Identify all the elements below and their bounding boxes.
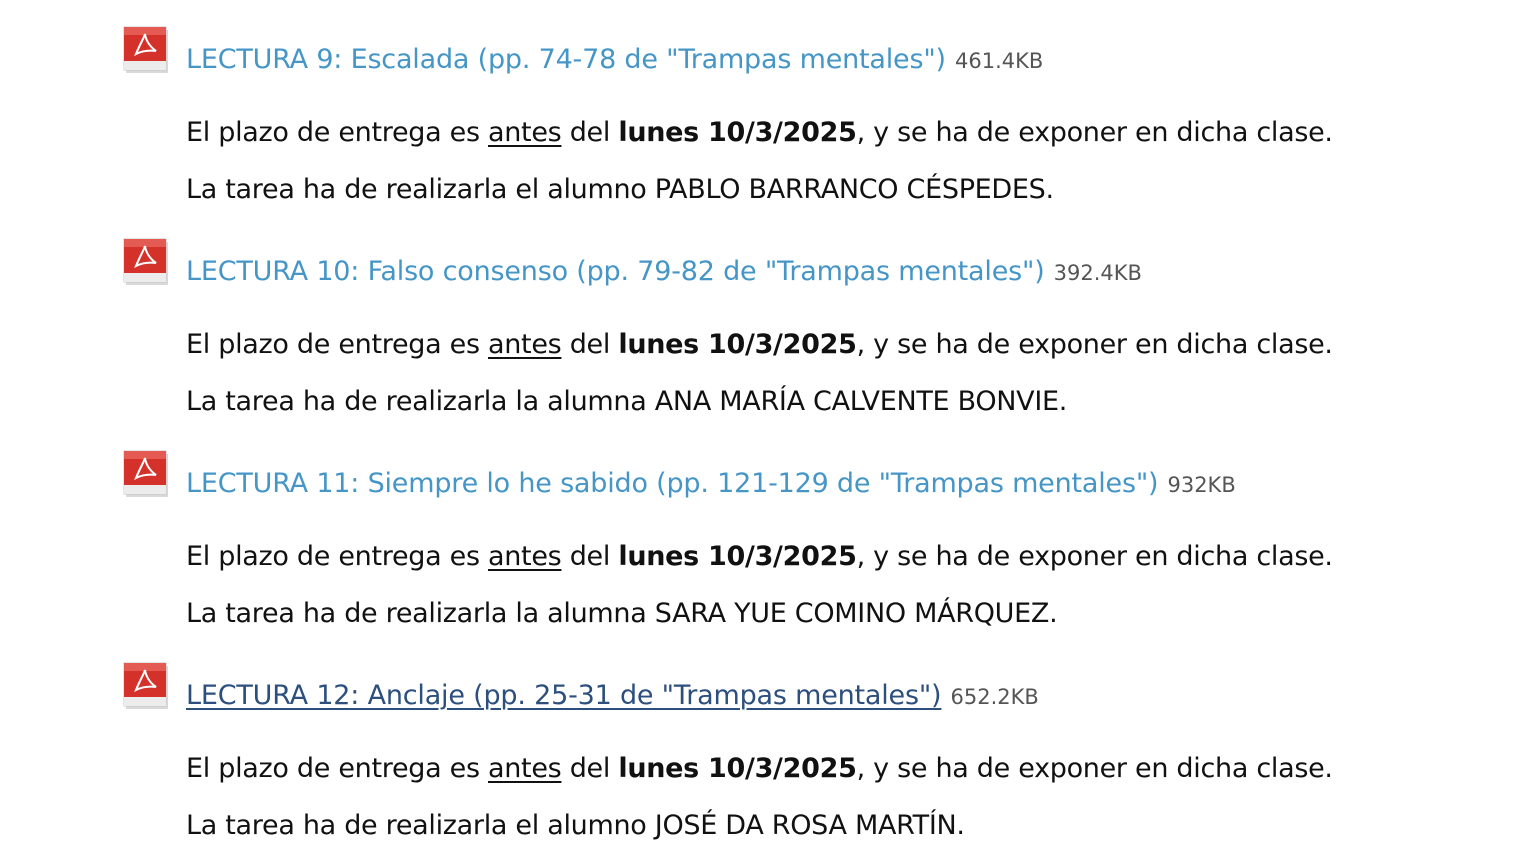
assignee-text: La tarea ha de realizarla la alumna ANA … — [186, 386, 1068, 417]
deadline-emphasis: antes — [488, 541, 562, 572]
deadline-emphasis: antes — [488, 329, 562, 360]
resource-line: LECTURA 12: Anclaje (pp. 25-31 de "Tramp… — [186, 682, 1039, 709]
deadline-suffix: , y se ha de exponer en dicha clase. — [856, 329, 1333, 360]
resource-entry-1: LECTURA 9: Escalada (pp. 74-78 de "Tramp… — [0, 0, 1526, 212]
resource-link[interactable]: LECTURA 12: Anclaje (pp. 25-31 de "Tramp… — [186, 680, 942, 711]
deadline-text: El plazo de entrega es antes del lunes 1… — [186, 119, 1333, 146]
deadline-date: lunes 10/3/2025 — [618, 117, 857, 148]
file-size: 461.4KB — [954, 49, 1044, 73]
deadline-emphasis: antes — [488, 753, 562, 784]
resource-entry-3: LECTURA 11: Siempre lo he sabido (pp. 12… — [0, 424, 1526, 636]
assignee-text: La tarea ha de realizarla el alumno PABL… — [186, 174, 1054, 205]
deadline-prefix: El plazo de entrega es — [186, 117, 488, 148]
pdf-file-icon[interactable] — [122, 448, 170, 498]
resource-link[interactable]: LECTURA 11: Siempre lo he sabido (pp. 12… — [186, 468, 1159, 499]
resource-link[interactable]: LECTURA 9: Escalada (pp. 74-78 de "Tramp… — [186, 44, 946, 75]
deadline-date: lunes 10/3/2025 — [618, 541, 857, 572]
deadline-prefix: El plazo de entrega es — [186, 541, 488, 572]
pdf-file-icon[interactable] — [122, 660, 170, 710]
resource-line: LECTURA 9: Escalada (pp. 74-78 de "Tramp… — [186, 46, 1043, 73]
file-size: 392.4KB — [1053, 261, 1142, 285]
deadline-emphasis: antes — [488, 117, 562, 148]
assignee-text: La tarea ha de realizarla el alumno JOSÉ… — [186, 810, 965, 841]
deadline-suffix: , y se ha de exponer en dicha clase. — [856, 541, 1333, 572]
resource-link[interactable]: LECTURA 10: Falso consenso (pp. 79-82 de… — [186, 256, 1045, 287]
deadline-date: lunes 10/3/2025 — [618, 753, 857, 784]
deadline-text: El plazo de entrega es antes del lunes 1… — [186, 755, 1333, 782]
deadline-mid: del — [561, 541, 619, 572]
resource-line: LECTURA 10: Falso consenso (pp. 79-82 de… — [186, 258, 1142, 285]
pdf-file-icon[interactable] — [122, 24, 170, 74]
file-size: 652.2KB — [950, 685, 1039, 709]
deadline-text: El plazo de entrega es antes del lunes 1… — [186, 331, 1333, 358]
resource-line: LECTURA 11: Siempre lo he sabido (pp. 12… — [186, 470, 1236, 497]
deadline-prefix: El plazo de entrega es — [186, 753, 488, 784]
deadline-suffix: , y se ha de exponer en dicha clase. — [856, 753, 1333, 784]
deadline-prefix: El plazo de entrega es — [186, 329, 488, 360]
resource-entry-4: LECTURA 12: Anclaje (pp. 25-31 de "Tramp… — [0, 636, 1526, 848]
deadline-mid: del — [561, 753, 619, 784]
deadline-mid: del — [561, 329, 619, 360]
resource-entry-2: LECTURA 10: Falso consenso (pp. 79-82 de… — [0, 212, 1526, 424]
deadline-mid: del — [561, 117, 619, 148]
deadline-text: El plazo de entrega es antes del lunes 1… — [186, 543, 1333, 570]
pdf-file-icon[interactable] — [122, 236, 170, 286]
file-size: 932KB — [1167, 473, 1236, 497]
deadline-date: lunes 10/3/2025 — [618, 329, 857, 360]
assignee-text: La tarea ha de realizarla la alumna SARA… — [186, 598, 1058, 629]
deadline-suffix: , y se ha de exponer en dicha clase. — [856, 117, 1333, 148]
